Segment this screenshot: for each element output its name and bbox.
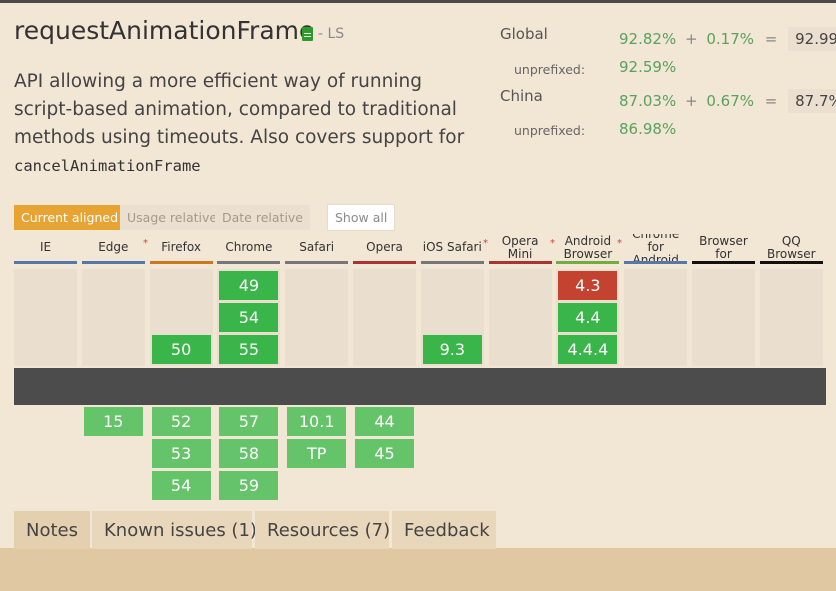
- future-version-cell[interactable]: 57: [219, 407, 279, 436]
- future-version-cell[interactable]: 44: [355, 407, 414, 436]
- future-version-cell[interactable]: 53: [151, 439, 211, 468]
- page-title: requestAnimationFrame: [14, 16, 315, 45]
- china-total: 87.7%: [788, 89, 836, 113]
- china-value: 87.03%: [619, 92, 677, 110]
- future-version-cell[interactable]: 54: [151, 471, 211, 500]
- plus-sign: +: [684, 30, 698, 48]
- browser-header-ie[interactable]: IE: [14, 234, 77, 264]
- column-background: [488, 269, 552, 366]
- note-asterisk: *: [550, 238, 555, 249]
- column-background: [624, 269, 688, 366]
- china-unprefixed-label: unprefixed:: [514, 123, 586, 138]
- version-cell[interactable]: 55: [219, 335, 279, 364]
- browser-header-safari[interactable]: Safari: [285, 234, 349, 264]
- global-total: 92.99%: [788, 27, 836, 51]
- global-unprefixed-label-row: unprefixed:: [514, 60, 585, 78]
- tab-notes[interactable]: Notes: [14, 511, 90, 549]
- browser-header-android-browser[interactable]: Android Browser: [556, 234, 620, 264]
- china-unprefixed: 86.98%: [619, 120, 677, 138]
- plus-sign: +: [684, 92, 698, 110]
- browser-header-opera-mini[interactable]: Opera Mini: [488, 234, 552, 264]
- china-unprefixed-row: 86.98%: [619, 120, 676, 138]
- china-label: China: [500, 87, 543, 105]
- version-cell[interactable]: 4.4: [558, 303, 618, 332]
- note-asterisk: *: [617, 238, 622, 249]
- browser-header-qq-browser[interactable]: QQ Browser: [759, 234, 823, 264]
- document-icon: [302, 27, 313, 41]
- browser-header-firefox[interactable]: Firefox: [149, 234, 213, 264]
- feature-description: API allowing a more efficient way of run…: [14, 68, 474, 180]
- china-stats: 87.03% + 0.67% = 87.7%: [619, 89, 836, 113]
- equals-sign: =: [764, 92, 778, 110]
- global-unprefixed-row: 92.59%: [619, 58, 676, 76]
- future-version-cell[interactable]: 45: [355, 439, 414, 468]
- global-unprefixed: 92.59%: [619, 58, 677, 76]
- spec-label: - LS: [318, 26, 345, 42]
- browser-header-uc-browser-for-android[interactable]: UC Browser for Android: [692, 234, 755, 264]
- version-cell[interactable]: 54: [219, 303, 279, 332]
- browser-header-chrome-for-android[interactable]: Chrome for Android: [624, 234, 688, 264]
- column-background: [14, 269, 77, 366]
- browser-header-ios-safari[interactable]: iOS Safari: [420, 234, 484, 264]
- future-version-cell[interactable]: 59: [219, 471, 279, 500]
- future-version-cell[interactable]: 15: [83, 407, 143, 436]
- future-version-cell[interactable]: 52: [151, 407, 211, 436]
- global-unprefixed-label: unprefixed:: [514, 62, 586, 77]
- equals-sign: =: [764, 30, 778, 48]
- tab-known-issues[interactable]: Known issues (1): [92, 511, 257, 549]
- global-partial: 0.17%: [706, 30, 754, 48]
- version-cell[interactable]: 9.3: [422, 335, 482, 364]
- column-background: [81, 269, 145, 366]
- china-partial: 0.67%: [706, 92, 754, 110]
- column-background: [285, 269, 349, 366]
- top-border: [0, 0, 836, 3]
- browser-header-edge[interactable]: Edge: [81, 234, 145, 264]
- version-cell[interactable]: 4.3: [558, 271, 618, 300]
- column-background: [759, 269, 823, 366]
- china-label-row: China: [500, 87, 543, 105]
- future-version-cell[interactable]: 58: [219, 439, 279, 468]
- china-unprefixed-label-row: unprefixed:: [514, 121, 585, 139]
- date-relative-button[interactable]: Date relative: [215, 205, 310, 230]
- global-value: 92.82%: [619, 30, 677, 48]
- spec-status[interactable]: - LS: [302, 26, 344, 42]
- description-code: cancelAnimationFrame: [14, 157, 201, 175]
- future-version-cell[interactable]: TP: [287, 439, 347, 468]
- version-cell[interactable]: 50: [151, 335, 211, 364]
- current-aligned-button[interactable]: Current aligned: [14, 205, 126, 230]
- browser-header-chrome[interactable]: Chrome: [217, 234, 281, 264]
- description-text: API allowing a more efficient way of run…: [14, 71, 465, 148]
- show-all-button[interactable]: Show all: [327, 204, 396, 231]
- column-background: [692, 269, 755, 366]
- browser-header-opera[interactable]: Opera: [353, 234, 416, 264]
- tab-resources[interactable]: Resources (7): [255, 511, 390, 549]
- tab-panel: [0, 548, 836, 591]
- note-asterisk: *: [483, 238, 488, 249]
- column-background: [353, 269, 416, 366]
- future-version-cell[interactable]: 10.1: [287, 407, 347, 436]
- global-label-row: Global: [500, 25, 548, 43]
- tab-feedback[interactable]: Feedback: [392, 511, 496, 549]
- version-cell[interactable]: 4.4.4: [558, 335, 618, 364]
- global-stats: 92.82% + 0.17% = 92.99%: [619, 27, 836, 51]
- version-cell[interactable]: 49: [219, 271, 279, 300]
- current-version-row: [14, 368, 826, 405]
- note-asterisk: *: [143, 238, 148, 249]
- global-label: Global: [500, 25, 548, 43]
- usage-relative-button[interactable]: Usage relative: [120, 205, 225, 230]
